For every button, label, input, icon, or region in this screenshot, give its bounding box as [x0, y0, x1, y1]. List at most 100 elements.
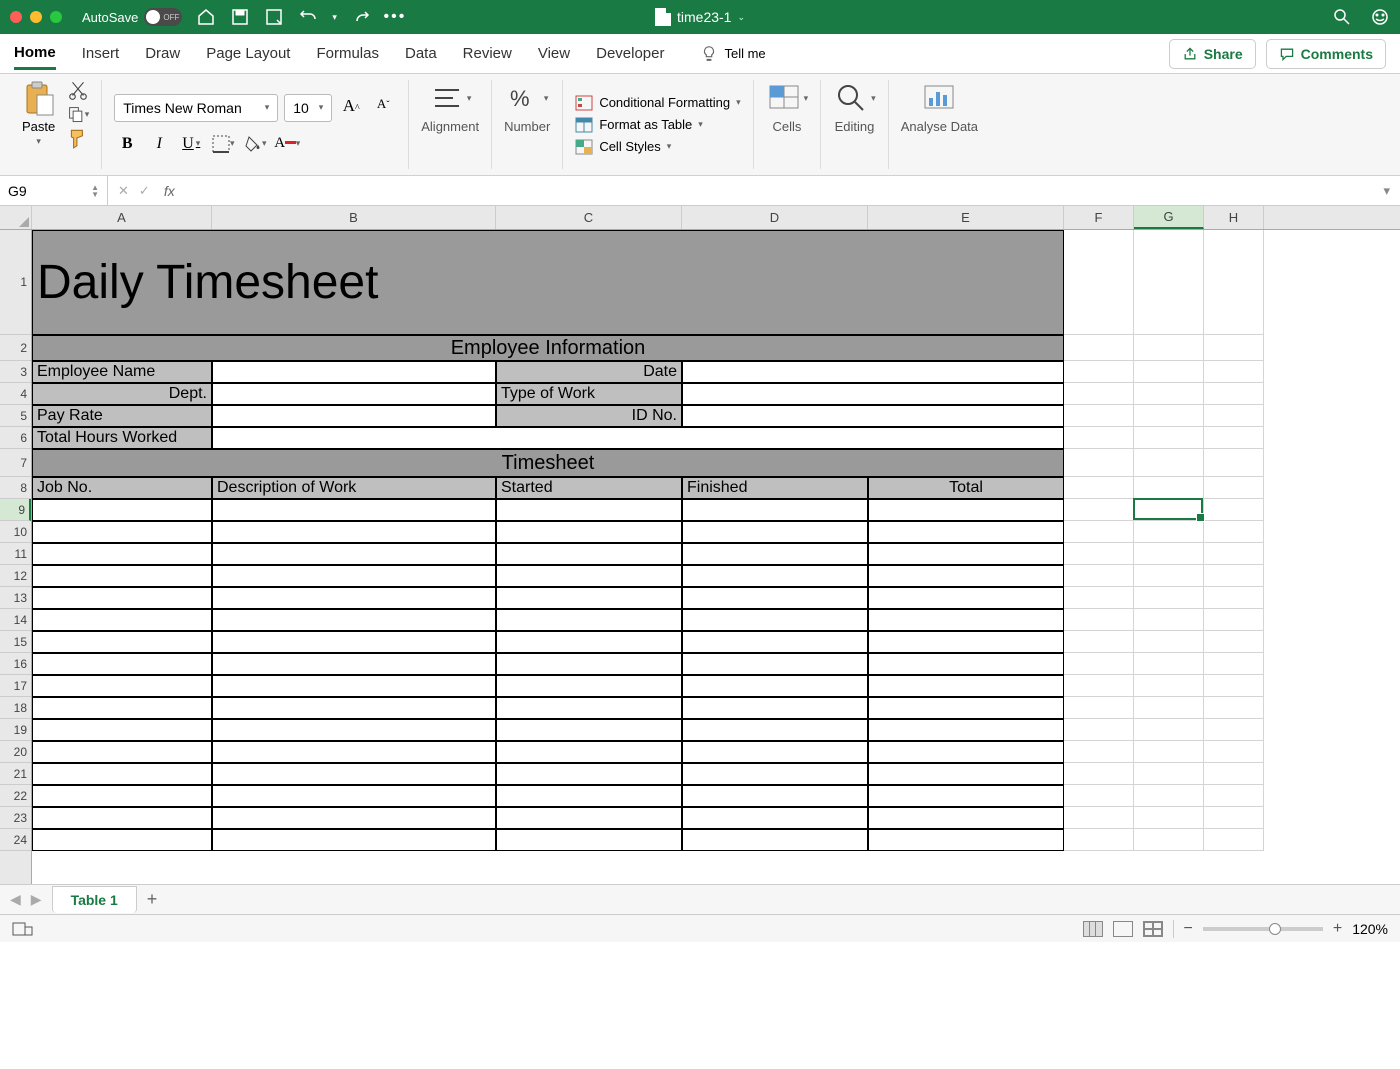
cell[interactable]: [32, 565, 212, 587]
col-header-F[interactable]: F: [1064, 206, 1134, 229]
row-header-17[interactable]: 17: [0, 675, 31, 697]
cell[interactable]: [682, 587, 868, 609]
cells-button[interactable]: ▾ Cells: [766, 80, 809, 134]
filename[interactable]: time23-1 ⌄: [655, 8, 745, 26]
col-header-G[interactable]: G: [1134, 206, 1204, 229]
cell[interactable]: [496, 587, 682, 609]
cell[interactable]: [32, 785, 212, 807]
row-header-2[interactable]: 2: [0, 335, 31, 361]
minimize-icon[interactable]: [30, 11, 42, 23]
paste-button[interactable]: Paste ▾: [22, 81, 55, 147]
number-button[interactable]: % ▾ Number: [504, 80, 550, 134]
font-size-select[interactable]: 10▾: [284, 94, 332, 122]
format-painter-icon[interactable]: [67, 128, 89, 148]
save-as-icon[interactable]: [264, 7, 284, 27]
cell[interactable]: [212, 383, 496, 405]
tab-draw[interactable]: Draw: [145, 39, 180, 68]
cell[interactable]: [682, 405, 1064, 427]
cell[interactable]: [868, 609, 1064, 631]
cell[interactable]: [32, 653, 212, 675]
row-header-19[interactable]: 19: [0, 719, 31, 741]
cell[interactable]: [682, 543, 868, 565]
formula-input[interactable]: [185, 176, 1374, 205]
cell[interactable]: Job No.: [32, 477, 212, 499]
cell[interactable]: [868, 697, 1064, 719]
cell[interactable]: Employee Name: [32, 361, 212, 383]
chevron-down-icon[interactable]: ▾: [36, 136, 41, 147]
cell[interactable]: [496, 565, 682, 587]
cell[interactable]: [868, 631, 1064, 653]
cell[interactable]: [496, 521, 682, 543]
row-header-13[interactable]: 13: [0, 587, 31, 609]
zoom-slider[interactable]: [1203, 927, 1323, 931]
cell[interactable]: [682, 609, 868, 631]
cell[interactable]: [868, 807, 1064, 829]
cell[interactable]: [32, 807, 212, 829]
cell[interactable]: [212, 565, 496, 587]
macro-record-icon[interactable]: [12, 920, 34, 938]
cell[interactable]: [682, 785, 868, 807]
cell[interactable]: Total Hours Worked: [32, 427, 212, 449]
cell[interactable]: [868, 543, 1064, 565]
cell[interactable]: [682, 361, 1064, 383]
cell[interactable]: [32, 543, 212, 565]
maximize-icon[interactable]: [50, 11, 62, 23]
cell[interactable]: [212, 609, 496, 631]
analyse-data-button[interactable]: Analyse Data: [901, 80, 978, 134]
tab-formulas[interactable]: Formulas: [316, 39, 379, 68]
row-header-24[interactable]: 24: [0, 829, 31, 851]
add-sheet-icon[interactable]: +: [147, 889, 158, 910]
cell[interactable]: [496, 653, 682, 675]
cell[interactable]: [496, 763, 682, 785]
cut-icon[interactable]: [67, 80, 89, 100]
cell[interactable]: [32, 631, 212, 653]
normal-view-icon[interactable]: [1083, 921, 1103, 937]
cell[interactable]: [32, 675, 212, 697]
cell[interactable]: [212, 587, 496, 609]
cell[interactable]: [682, 807, 868, 829]
col-header-D[interactable]: D: [682, 206, 868, 229]
row-header-12[interactable]: 12: [0, 565, 31, 587]
cell[interactable]: Date: [496, 361, 682, 383]
decrease-font-icon[interactable]: Aˇ: [370, 96, 396, 120]
cell[interactable]: [496, 829, 682, 851]
cell[interactable]: [32, 741, 212, 763]
tab-page-layout[interactable]: Page Layout: [206, 39, 290, 68]
increase-font-icon[interactable]: A^: [338, 96, 364, 120]
autosave-toggle[interactable]: AutoSave OFF: [82, 8, 182, 26]
cell[interactable]: [682, 697, 868, 719]
cell[interactable]: [682, 499, 868, 521]
row-header-10[interactable]: 10: [0, 521, 31, 543]
font-name-select[interactable]: Times New Roman▾: [114, 94, 278, 122]
cell[interactable]: [212, 543, 496, 565]
cell[interactable]: [212, 763, 496, 785]
cell[interactable]: Finished: [682, 477, 868, 499]
cell[interactable]: [868, 763, 1064, 785]
cell[interactable]: [682, 675, 868, 697]
row-header-21[interactable]: 21: [0, 763, 31, 785]
cell[interactable]: Started: [496, 477, 682, 499]
page-layout-view-icon[interactable]: [1113, 921, 1133, 937]
cell[interactable]: [682, 383, 1064, 405]
cell[interactable]: [212, 631, 496, 653]
tab-insert[interactable]: Insert: [82, 39, 120, 68]
font-color-button[interactable]: A▾: [274, 132, 300, 156]
chevron-down-icon[interactable]: ▾: [332, 12, 337, 23]
search-icon[interactable]: [1332, 7, 1352, 27]
row-header-16[interactable]: 16: [0, 653, 31, 675]
cell[interactable]: [682, 719, 868, 741]
cell[interactable]: [496, 675, 682, 697]
cell[interactable]: Description of Work: [212, 477, 496, 499]
page-break-view-icon[interactable]: [1143, 921, 1163, 937]
cell[interactable]: [212, 653, 496, 675]
cell[interactable]: [212, 521, 496, 543]
copy-icon[interactable]: ▾: [67, 104, 89, 124]
name-box[interactable]: G9 ▲▼: [0, 176, 108, 205]
cell[interactable]: [496, 719, 682, 741]
row-header-11[interactable]: 11: [0, 543, 31, 565]
row-header-20[interactable]: 20: [0, 741, 31, 763]
cell[interactable]: [32, 697, 212, 719]
expand-formula-icon[interactable]: ▾: [1373, 183, 1400, 199]
cell[interactable]: [32, 763, 212, 785]
cell[interactable]: [212, 697, 496, 719]
